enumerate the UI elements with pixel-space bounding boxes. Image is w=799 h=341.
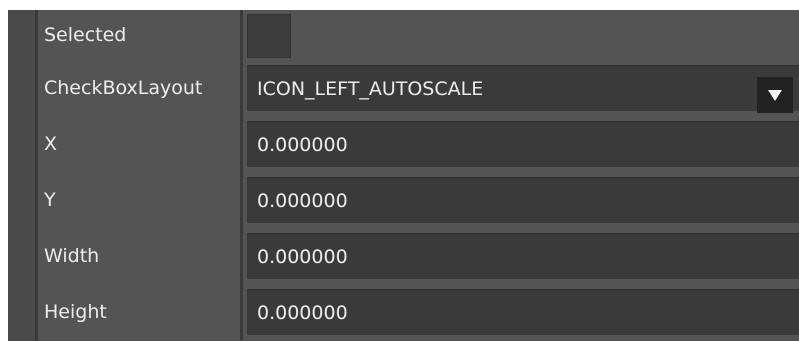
width-input[interactable]: 0.000000 bbox=[247, 233, 799, 279]
property-row-y: Y 0.000000 bbox=[38, 172, 799, 228]
top-bar bbox=[0, 0, 799, 10]
property-value-cell bbox=[243, 10, 799, 60]
selected-checkbox[interactable] bbox=[247, 14, 291, 58]
checkboxlayout-dropdown[interactable]: ICON_LEFT_AUTOSCALE bbox=[247, 65, 799, 113]
property-label: X bbox=[38, 116, 240, 172]
dropdown-selected-value: ICON_LEFT_AUTOSCALE bbox=[257, 77, 484, 100]
property-label: Selected bbox=[38, 10, 240, 60]
chevron-down-icon bbox=[768, 89, 782, 101]
property-label: CheckBoxLayout bbox=[38, 60, 240, 116]
dropdown-button[interactable] bbox=[757, 77, 793, 113]
property-rows: Selected CheckBoxLayout ICON_LEFT_AUTOSC… bbox=[38, 10, 799, 340]
property-value-cell: ICON_LEFT_AUTOSCALE bbox=[243, 60, 799, 116]
property-row-checkboxlayout: CheckBoxLayout ICON_LEFT_AUTOSCALE bbox=[38, 60, 799, 116]
property-value-cell: 0.000000 bbox=[243, 228, 799, 284]
property-value-cell: 0.000000 bbox=[243, 172, 799, 228]
property-row-width: Width 0.000000 bbox=[38, 228, 799, 284]
property-value-cell: 0.000000 bbox=[243, 116, 799, 172]
y-input[interactable]: 0.000000 bbox=[247, 177, 799, 223]
x-input[interactable]: 0.000000 bbox=[247, 121, 799, 167]
property-label: Width bbox=[38, 228, 240, 284]
property-row-x: X 0.000000 bbox=[38, 116, 799, 172]
height-input[interactable]: 0.000000 bbox=[247, 289, 799, 335]
property-label: Y bbox=[38, 172, 240, 228]
property-value-cell: 0.000000 bbox=[243, 284, 799, 340]
property-label: Height bbox=[38, 284, 240, 340]
indent-strip bbox=[8, 10, 38, 341]
property-row-selected: Selected bbox=[38, 10, 799, 60]
left-gutter bbox=[0, 10, 8, 341]
property-panel: Selected CheckBoxLayout ICON_LEFT_AUTOSC… bbox=[0, 0, 799, 341]
property-row-height: Height 0.000000 bbox=[38, 284, 799, 340]
